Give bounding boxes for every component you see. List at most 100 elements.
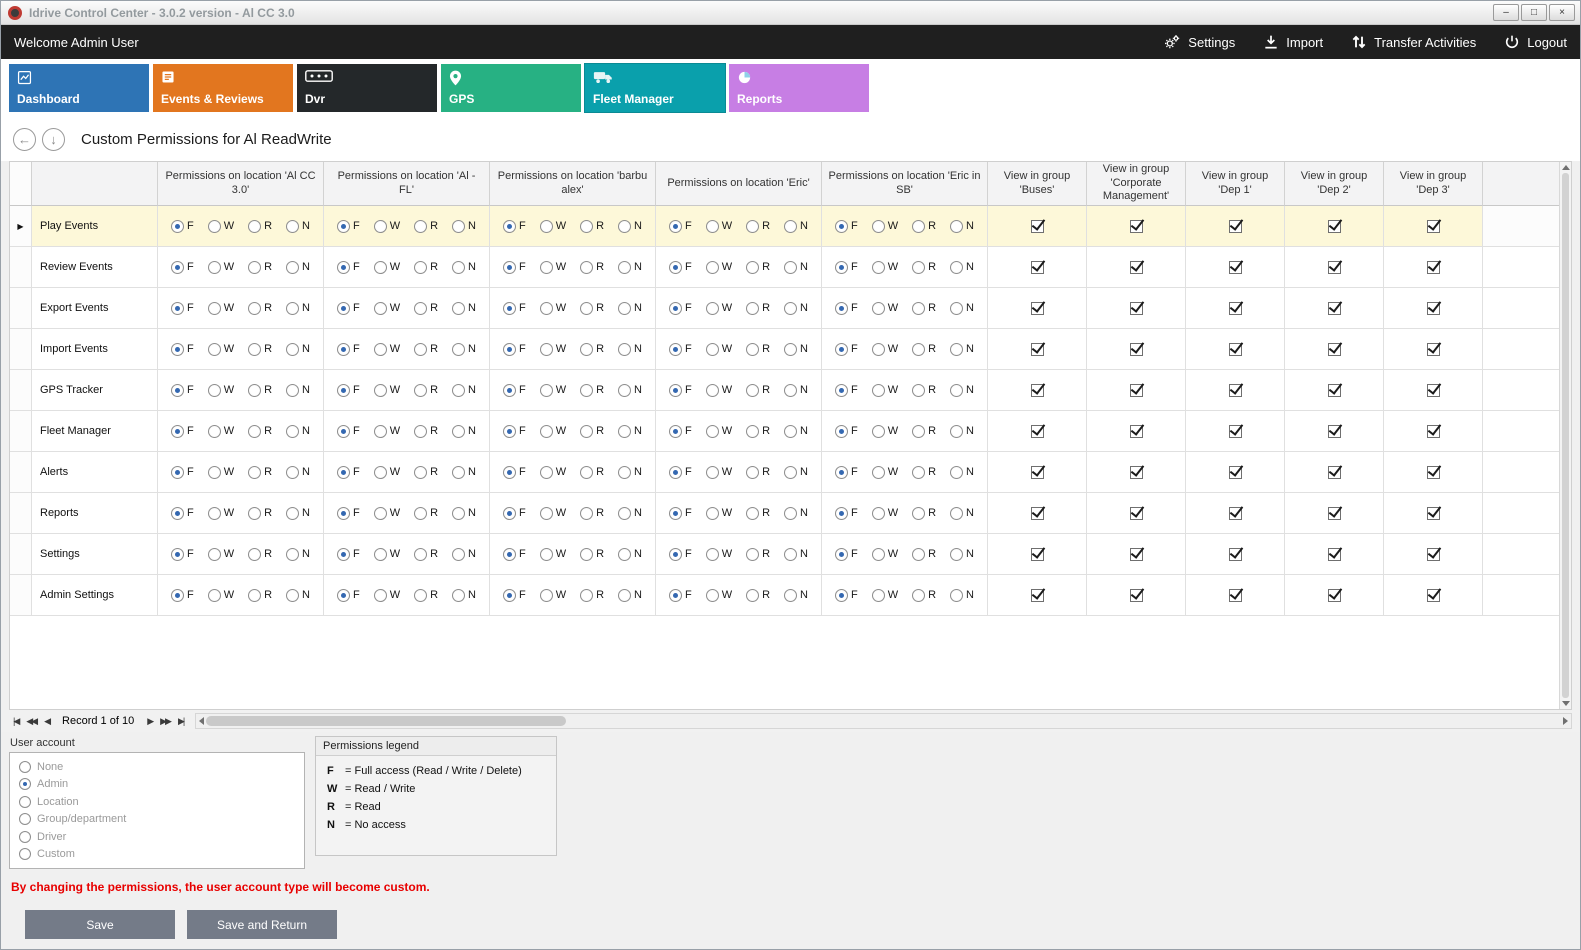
radio-option-f[interactable]: F xyxy=(337,548,360,561)
view-checkbox[interactable] xyxy=(1328,507,1341,520)
radio-option-r[interactable]: R xyxy=(248,507,272,520)
view-checkbox[interactable] xyxy=(1130,384,1143,397)
radio-option-w[interactable]: W xyxy=(872,589,898,602)
radio-option-n[interactable]: N xyxy=(286,343,310,356)
radio-option-f[interactable]: F xyxy=(669,507,692,520)
view-checkbox[interactable] xyxy=(1328,302,1341,315)
view-checkbox[interactable] xyxy=(1130,589,1143,602)
radio-option-r[interactable]: R xyxy=(414,220,438,233)
scroll-down-button[interactable] xyxy=(1562,701,1570,706)
view-checkbox[interactable] xyxy=(1229,466,1242,479)
location-column-header[interactable]: Permissions on location 'Al CC 3.0' xyxy=(158,162,324,206)
radio-option-r[interactable]: R xyxy=(580,220,604,233)
vertical-scroll-thumb[interactable] xyxy=(1562,173,1569,698)
radio-option-w[interactable]: W xyxy=(706,507,732,520)
maximize-button[interactable]: □ xyxy=(1521,4,1547,21)
radio-option-f[interactable]: F xyxy=(835,261,858,274)
radio-option-r[interactable]: R xyxy=(248,384,272,397)
radio-option-f[interactable]: F xyxy=(835,220,858,233)
radio-option-f[interactable]: F xyxy=(503,343,526,356)
radio-option-w[interactable]: W xyxy=(208,384,234,397)
radio-option-w[interactable]: W xyxy=(540,425,566,438)
view-checkbox[interactable] xyxy=(1130,425,1143,438)
view-checkbox[interactable] xyxy=(1031,302,1044,315)
radio-option-w[interactable]: W xyxy=(540,507,566,520)
view-checkbox[interactable] xyxy=(1229,261,1242,274)
nav-button-right-1[interactable]: ▶▶ xyxy=(156,716,174,727)
location-column-header[interactable]: Permissions on location 'Al - FL' xyxy=(324,162,490,206)
radio-option-f[interactable]: F xyxy=(669,261,692,274)
radio-option-n[interactable]: N xyxy=(452,343,476,356)
radio-option-r[interactable]: R xyxy=(414,343,438,356)
radio-option-w[interactable]: W xyxy=(540,384,566,397)
radio-option-f[interactable]: F xyxy=(669,466,692,479)
view-checkbox[interactable] xyxy=(1328,466,1341,479)
radio-option-f[interactable]: F xyxy=(171,425,194,438)
nav-button-right-0[interactable]: ▶ xyxy=(143,716,156,727)
radio-option-r[interactable]: R xyxy=(746,466,770,479)
radio-option-n[interactable]: N xyxy=(950,343,974,356)
group-column-header[interactable]: View in group 'Dep 2' xyxy=(1285,162,1384,206)
view-checkbox[interactable] xyxy=(1328,425,1341,438)
radio-option-r[interactable]: R xyxy=(912,302,936,315)
radio-option-f[interactable]: F xyxy=(835,589,858,602)
radio-option-n[interactable]: N xyxy=(784,466,808,479)
view-checkbox[interactable] xyxy=(1328,220,1341,233)
radio-option-r[interactable]: R xyxy=(248,589,272,602)
view-checkbox[interactable] xyxy=(1229,384,1242,397)
view-checkbox[interactable] xyxy=(1031,425,1044,438)
view-checkbox[interactable] xyxy=(1229,425,1242,438)
view-checkbox[interactable] xyxy=(1427,384,1440,397)
radio-option-w[interactable]: W xyxy=(706,548,732,561)
nav-button-right-2[interactable]: ▶| xyxy=(174,716,187,727)
radio-option-r[interactable]: R xyxy=(912,261,936,274)
radio-option-r[interactable]: R xyxy=(580,507,604,520)
radio-option-w[interactable]: W xyxy=(374,384,400,397)
nav-down-button[interactable] xyxy=(42,128,65,151)
radio-option-r[interactable]: R xyxy=(912,425,936,438)
radio-option-r[interactable]: R xyxy=(580,343,604,356)
nav-button-left-0[interactable]: |◀ xyxy=(9,716,22,727)
view-checkbox[interactable] xyxy=(1229,589,1242,602)
location-column-header[interactable]: Permissions on location 'Eric' xyxy=(656,162,822,206)
radio-option-r[interactable]: R xyxy=(248,466,272,479)
radio-option-n[interactable]: N xyxy=(452,425,476,438)
radio-option-r[interactable]: R xyxy=(580,466,604,479)
radio-option-r[interactable]: R xyxy=(414,466,438,479)
radio-option-n[interactable]: N xyxy=(452,384,476,397)
horizontal-scroll-track[interactable] xyxy=(204,714,1563,728)
radio-option-r[interactable]: R xyxy=(414,507,438,520)
radio-option-n[interactable]: N xyxy=(286,384,310,397)
radio-option-w[interactable]: W xyxy=(374,220,400,233)
radio-option-f[interactable]: F xyxy=(503,507,526,520)
radio-option-f[interactable]: F xyxy=(669,302,692,315)
radio-option-w[interactable]: W xyxy=(208,425,234,438)
radio-option-n[interactable]: N xyxy=(784,589,808,602)
radio-option-r[interactable]: R xyxy=(414,302,438,315)
settings-button[interactable]: Settings xyxy=(1163,34,1235,50)
radio-option-n[interactable]: N xyxy=(286,466,310,479)
radio-option-f[interactable]: F xyxy=(171,589,194,602)
radio-option-f[interactable]: F xyxy=(337,302,360,315)
radio-option-f[interactable]: F xyxy=(171,220,194,233)
radio-option-w[interactable]: W xyxy=(540,548,566,561)
radio-option-r[interactable]: R xyxy=(580,302,604,315)
view-checkbox[interactable] xyxy=(1328,384,1341,397)
radio-option-f[interactable]: F xyxy=(835,302,858,315)
radio-option-w[interactable]: W xyxy=(872,466,898,479)
radio-option-r[interactable]: R xyxy=(912,548,936,561)
view-checkbox[interactable] xyxy=(1427,220,1440,233)
radio-option-w[interactable]: W xyxy=(208,589,234,602)
radio-option-r[interactable]: R xyxy=(746,220,770,233)
radio-option-f[interactable]: F xyxy=(171,302,194,315)
radio-option-f[interactable]: F xyxy=(337,343,360,356)
minimize-button[interactable]: – xyxy=(1493,4,1519,21)
radio-option-n[interactable]: N xyxy=(618,302,642,315)
view-checkbox[interactable] xyxy=(1130,261,1143,274)
view-checkbox[interactable] xyxy=(1031,261,1044,274)
radio-option-f[interactable]: F xyxy=(835,466,858,479)
scroll-right-button[interactable] xyxy=(1563,717,1568,725)
radio-option-n[interactable]: N xyxy=(452,220,476,233)
view-checkbox[interactable] xyxy=(1130,343,1143,356)
radio-option-f[interactable]: F xyxy=(503,425,526,438)
